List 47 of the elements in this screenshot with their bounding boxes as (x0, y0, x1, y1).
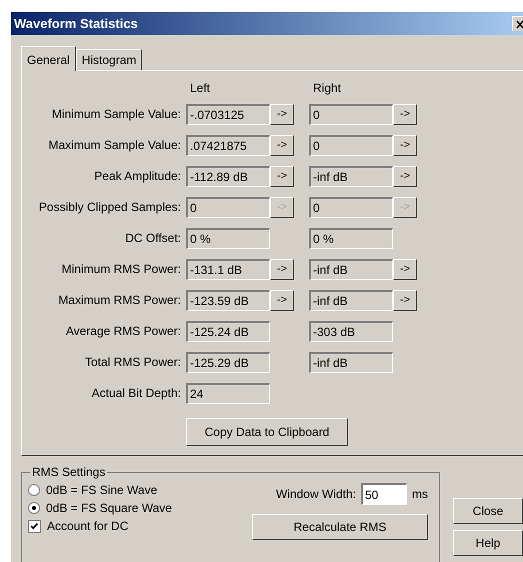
field-label: Maximum RMS Power: (57, 293, 182, 308)
unit-label: ms (412, 487, 428, 501)
value-field: -303 dB (309, 320, 393, 342)
tab[interactable]: General (21, 46, 76, 71)
tab[interactable]: Histogram (76, 48, 142, 70)
checkbox-option[interactable]: Account for DC (28, 519, 248, 533)
value-field: 0 % (186, 228, 270, 249)
field-label: Peak Amplitude: (93, 169, 182, 184)
field-label: Minimum Sample Value: (50, 107, 182, 122)
value-field: 24 (186, 382, 270, 404)
column-header: Left (190, 80, 212, 97)
go-to-button[interactable]: -> (393, 134, 417, 156)
field-label: Possibly Clipped Samples: (38, 200, 182, 214)
dialog-button[interactable]: Help (453, 530, 523, 556)
group-title: RMS Settings (30, 465, 108, 479)
field-label: Maximum Sample Value: (48, 138, 182, 152)
value-field: -125.24 dB (186, 320, 270, 342)
value-field: 0 % (309, 228, 393, 249)
radio-icon[interactable] (28, 484, 40, 496)
radio-option[interactable]: 0dB = FS Square Wave (28, 501, 248, 515)
field-label: Actual Bit Depth: (90, 386, 182, 400)
dialog-button[interactable]: Close (453, 498, 523, 524)
copy-button[interactable]: Copy Data to Clipboard (186, 418, 348, 446)
value-field: -125.29 dB (186, 352, 270, 373)
field-label: Average RMS Power: (64, 324, 182, 338)
checkbox-icon[interactable] (28, 520, 41, 532)
value-field: -inf dB (309, 352, 393, 373)
field-label: Total RMS Power: (84, 355, 182, 370)
field-label: DC Offset: (124, 231, 182, 246)
close-icon[interactable] (512, 16, 523, 31)
go-to-button[interactable]: -> (270, 104, 294, 125)
radio-icon[interactable] (28, 502, 40, 514)
radio-option[interactable]: 0dB = FS Sine Wave (28, 483, 248, 497)
recalculate-button[interactable]: Recalculate RMS (252, 514, 428, 540)
go-to-button[interactable]: -> (270, 166, 294, 187)
go-to-button[interactable]: -> (270, 258, 294, 280)
field-label: Window Width: (276, 487, 356, 501)
input-field[interactable]: 50 (361, 483, 407, 505)
go-to-button[interactable]: -> (393, 104, 417, 125)
go-to-button[interactable]: -> (393, 258, 417, 280)
field-label: Minimum RMS Power: (60, 262, 182, 276)
go-to-button[interactable]: -> (393, 166, 417, 187)
go-to-button[interactable]: -> (270, 134, 294, 156)
go-to-button[interactable]: -> (393, 290, 417, 311)
go-to-button[interactable]: -> (270, 290, 294, 311)
window-title: Waveform Statistics (14, 16, 138, 31)
column-header: Right (313, 80, 342, 97)
